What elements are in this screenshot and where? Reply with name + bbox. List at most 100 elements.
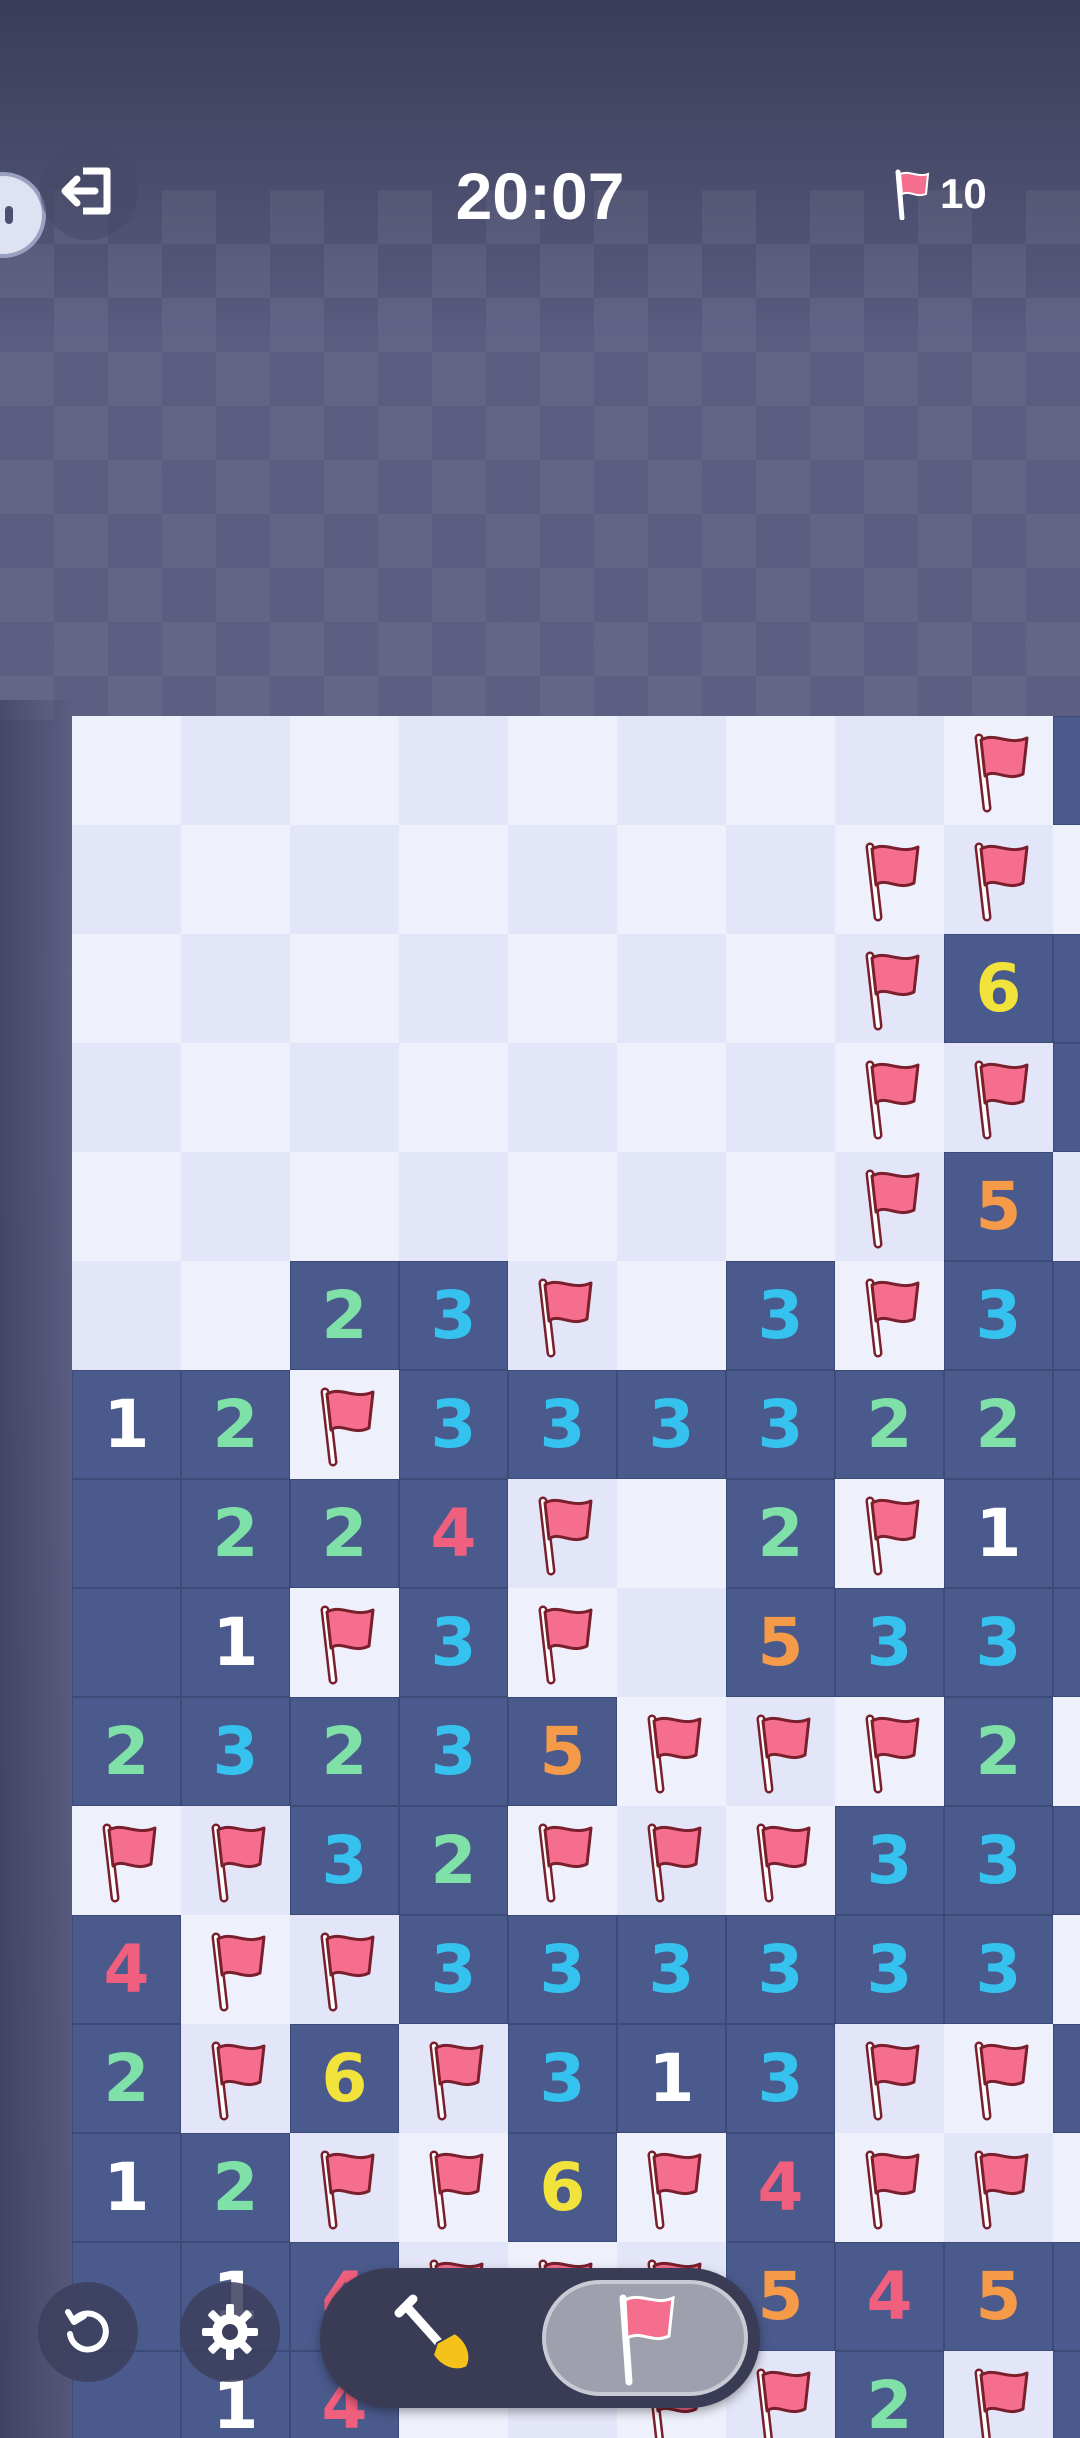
dig-mode-button[interactable] [338,2282,538,2394]
flagged-cell[interactable] [1053,1915,1080,2024]
flagged-cell[interactable] [835,1152,944,1261]
hidden-cell[interactable] [72,825,181,934]
hidden-cell[interactable] [399,825,508,934]
hidden-cell[interactable] [617,825,726,934]
flagged-cell[interactable] [1053,2133,1080,2242]
hidden-cell[interactable] [617,1152,726,1261]
flagged-cell[interactable] [508,1806,617,1915]
hidden-cell[interactable] [290,716,399,825]
hidden-cell[interactable] [290,1152,399,1261]
mode-toggle[interactable] [320,2268,760,2408]
hidden-cell[interactable] [617,1261,726,1370]
flagged-cell[interactable] [399,2133,508,2242]
hidden-cell[interactable] [508,825,617,934]
flagged-cell[interactable] [290,1915,399,2024]
flagged-cell[interactable] [835,2024,944,2133]
game-board[interactable]: 6523331233332222421135332323523233433333… [72,716,1080,2438]
number-cell: 2 [290,1261,399,1370]
flagged-cell[interactable] [835,1043,944,1152]
cell-number: 1 [103,1386,150,1463]
flagged-cell[interactable] [944,825,1053,934]
flagged-cell[interactable] [1053,1697,1080,1806]
flagged-cell[interactable] [617,2133,726,2242]
hidden-cell[interactable] [399,934,508,1043]
flagged-cell[interactable] [944,1043,1053,1152]
flagged-cell[interactable] [399,2024,508,2133]
flagged-cell[interactable] [617,1806,726,1915]
flagged-cell[interactable] [835,934,944,1043]
flagged-cell[interactable] [508,1261,617,1370]
hidden-cell[interactable] [726,825,835,934]
number-cell: 2 [835,2351,944,2438]
flagged-cell[interactable] [944,2133,1053,2242]
flag-icon [865,1496,919,1575]
hidden-cell[interactable] [72,1261,181,1370]
flagged-cell[interactable] [72,1806,181,1915]
hidden-cell[interactable] [290,825,399,934]
cell-number: 4 [103,1931,150,2008]
hidden-cell[interactable] [399,716,508,825]
hidden-cell[interactable] [72,1152,181,1261]
hidden-cell[interactable] [72,1043,181,1152]
hidden-cell[interactable] [617,716,726,825]
hidden-cell[interactable] [508,1043,617,1152]
flagged-cell[interactable] [726,1806,835,1915]
number-cell: 2 [181,1479,290,1588]
hidden-cell[interactable] [181,825,290,934]
hidden-cell[interactable] [72,716,181,825]
settings-button[interactable] [180,2282,280,2382]
flagged-cell[interactable] [508,1588,617,1697]
flagged-cell[interactable] [726,1697,835,1806]
flagged-cell[interactable] [290,1370,399,1479]
hidden-cell[interactable] [181,716,290,825]
flag-mode-button[interactable] [542,2280,748,2396]
flagged-cell[interactable] [181,1806,290,1915]
number-cell: 3 [290,1806,399,1915]
hidden-cell[interactable] [726,1043,835,1152]
flagged-cell[interactable] [181,1915,290,2024]
flagged-cell[interactable] [944,2024,1053,2133]
hidden-cell[interactable] [617,934,726,1043]
flagged-cell[interactable] [290,1588,399,1697]
hidden-cell[interactable] [181,1152,290,1261]
flagged-cell[interactable] [944,2351,1053,2438]
hidden-cell[interactable] [508,1152,617,1261]
flagged-cell[interactable] [835,1479,944,1588]
hidden-cell[interactable] [617,1479,726,1588]
hidden-cell[interactable] [835,716,944,825]
flagged-cell[interactable] [290,2133,399,2242]
hidden-cell[interactable] [726,716,835,825]
hidden-cell[interactable] [726,1152,835,1261]
flagged-cell[interactable] [508,1479,617,1588]
flag-icon [320,2150,374,2229]
exit-button[interactable] [40,142,138,240]
hidden-cell[interactable] [290,934,399,1043]
undo-button[interactable] [38,2282,138,2382]
flagged-cell[interactable] [1053,825,1080,934]
cell-number: 4 [866,2258,913,2335]
flagged-cell[interactable] [835,1261,944,1370]
hidden-cell[interactable] [617,1588,726,1697]
hidden-cell[interactable] [181,1261,290,1370]
hidden-cell[interactable] [290,1043,399,1152]
hidden-cell[interactable] [508,716,617,825]
flagged-cell[interactable] [835,1697,944,1806]
cell-number: 5 [757,1604,804,1681]
flagged-cell[interactable] [944,716,1053,825]
hidden-cell[interactable] [72,934,181,1043]
flagged-cell[interactable] [181,2024,290,2133]
cell-number: 3 [430,1277,477,1354]
hidden-cell[interactable] [617,1043,726,1152]
hidden-cell[interactable] [508,934,617,1043]
hidden-cell[interactable] [726,934,835,1043]
hidden-cell[interactable] [181,934,290,1043]
flagged-cell[interactable] [835,2133,944,2242]
flagged-cell[interactable] [835,825,944,934]
cell-number: 2 [430,1822,477,1899]
hidden-cell[interactable] [181,1043,290,1152]
hidden-cell[interactable] [399,1152,508,1261]
number-cell: 3 [944,1261,1053,1370]
flagged-cell[interactable] [617,1697,726,1806]
flagged-cell[interactable] [1053,1152,1080,1261]
hidden-cell[interactable] [399,1043,508,1152]
